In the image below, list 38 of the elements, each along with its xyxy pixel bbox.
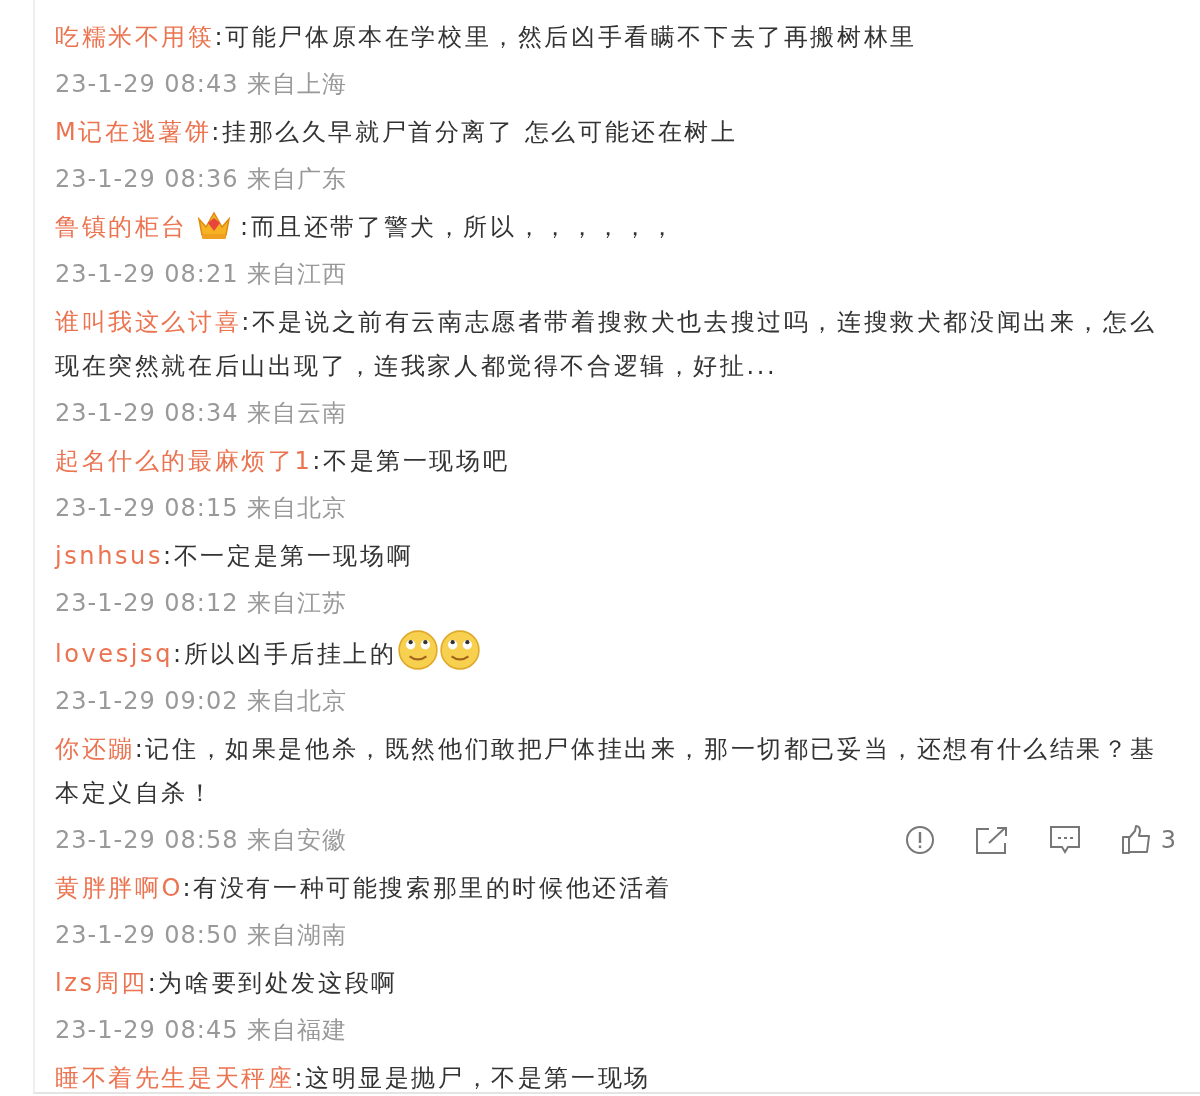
comment-meta: 23-1-29 08:58 来自安徽 (55, 825, 348, 857)
emoji-icon (396, 628, 439, 671)
comment-text: M记在逃薯饼:挂那么久早就尸首分离了 怎么可能还在树上 (55, 116, 739, 148)
comment-author[interactable]: lzs周四 (55, 968, 148, 997)
comment-author[interactable]: lovesjsq (55, 639, 174, 668)
comment-text: 鲁镇的柜台 :而且还带了警犬，所以，，，，，， (55, 203, 1174, 251)
comment-text: 谁叫我这么讨喜:不是说之前有云南志愿者带着搜救犬也去搜过吗，连搜救犬都没闻出来，怎么现在突然就在后山出现了，连我家人都觉得不合逻辑，好扯... (55, 306, 1158, 382)
comment-author[interactable]: M记在逃薯饼 (55, 117, 212, 146)
comment-author[interactable]: 你还蹦 (55, 734, 135, 763)
comment-author[interactable]: 吃糯米不用筷 (55, 22, 215, 51)
comment-meta: 23-1-29 08:34 来自云南 (55, 398, 348, 430)
comment-text: jsnhsus:不一定是第一现场啊 (55, 540, 415, 572)
comment-text: 黄胖胖啊O:有没有一种可能搜索那里的时候他还活着 (55, 872, 673, 904)
share-icon[interactable] (974, 825, 1009, 856)
comment-text: 吃糯米不用筷:可能尸体原本在学校里，然后凶手看瞒不下去了再搬树林里 (55, 21, 918, 53)
comment-meta: 23-1-29 08:50 来自湖南 (55, 920, 348, 952)
comment-meta: 23-1-29 08:21 来自江西 (55, 259, 348, 291)
comment-text: lovesjsq:所以凶手后挂上的 (55, 627, 1174, 678)
emoji-icon (438, 628, 481, 671)
report-icon[interactable] (904, 825, 935, 856)
comment-author[interactable]: 黄胖胖啊O (55, 873, 183, 902)
comment-text: 起名什么的最麻烦了1:不是第一现场吧 (55, 445, 511, 477)
comment-meta: 23-1-29 08:45 来自福建 (55, 1015, 348, 1047)
comment-author[interactable]: 睡不着先生是天秤座 (55, 1063, 295, 1092)
comment-author[interactable]: jsnhsus (55, 541, 163, 570)
comment-icon[interactable] (1048, 825, 1081, 856)
comment-meta: 23-1-29 09:02 来自北京 (55, 686, 348, 718)
comment-meta: 23-1-29 08:36 来自广东 (55, 164, 348, 196)
comment-text: 睡不着先生是天秤座:这明显是抛尸，不是第一现场 (55, 1062, 652, 1092)
comment-author[interactable]: 鲁镇的柜台 (55, 212, 188, 241)
comment-author[interactable]: 起名什么的最麻烦了1 (55, 446, 313, 475)
comment-text: lzs周四:为啥要到处发这段啊 (55, 967, 399, 999)
comment-text: 你还蹦:记住，如果是他杀，既然他们敢把尸体挂出来，那一切都已妥当，还想有什么结果？基本定义自杀！ (55, 733, 1158, 809)
like-button[interactable]: 3 (1120, 825, 1176, 856)
comment-meta: 23-1-29 08:15 来自北京 (55, 493, 348, 525)
comment-author[interactable]: 谁叫我这么讨喜 (55, 307, 242, 336)
comment-meta: 23-1-29 08:43 来自上海 (55, 69, 348, 101)
comment-meta: 23-1-29 08:12 来自江苏 (55, 588, 348, 620)
